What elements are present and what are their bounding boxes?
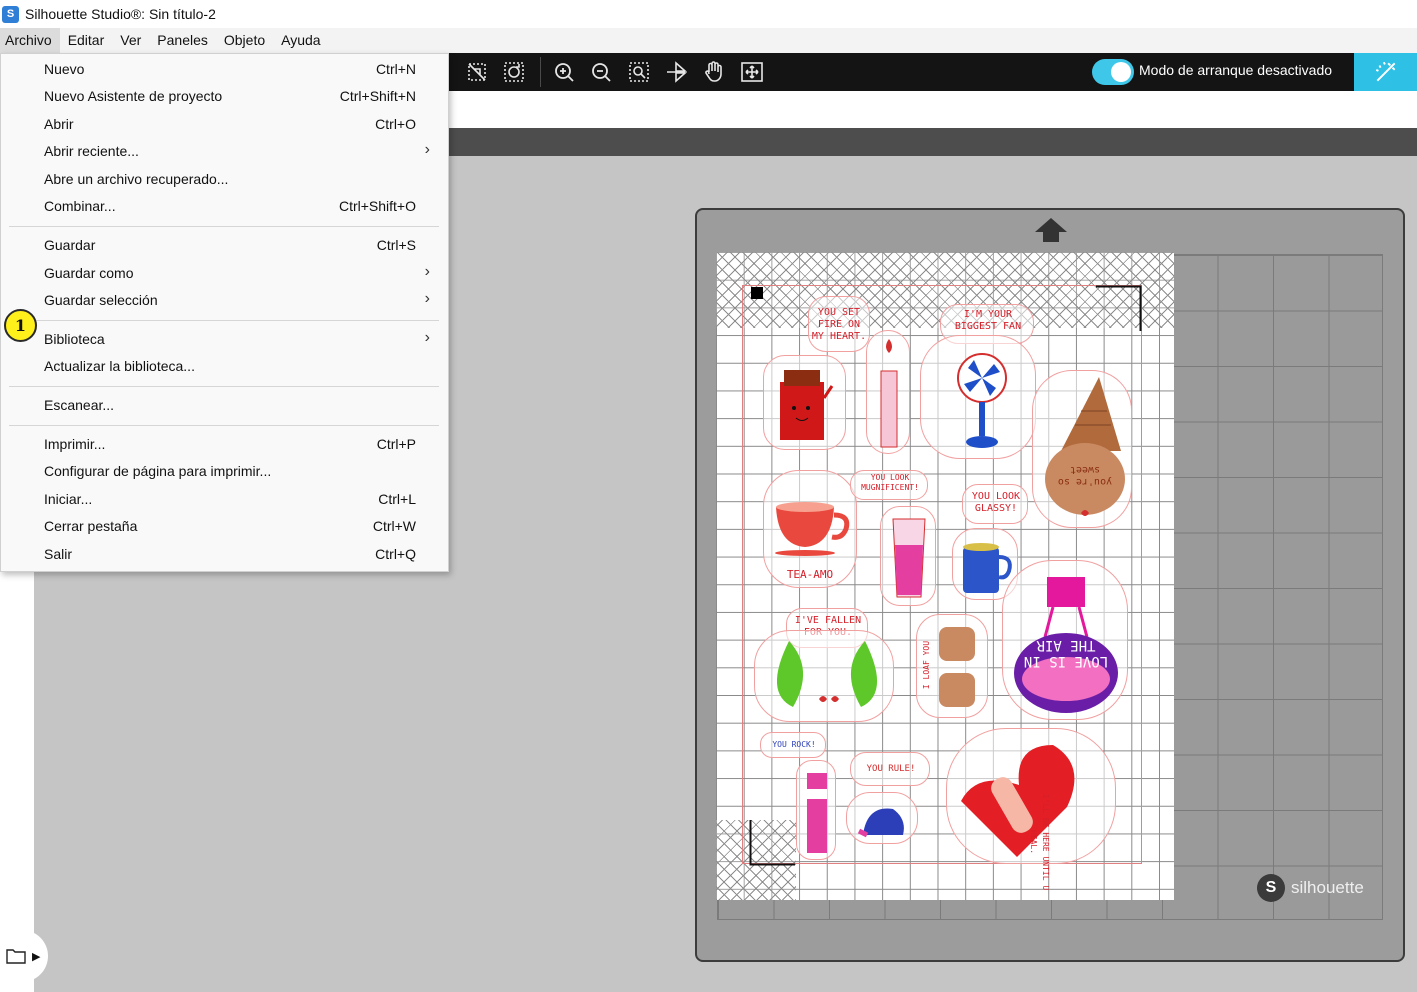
menu-item-abrir[interactable]: Abrir Ctrl+O: [1, 112, 448, 138]
teacup-icon: [775, 502, 850, 556]
lipstick-icon: [807, 773, 827, 853]
sticker-fire[interactable]: [763, 355, 846, 450]
feed-arrow-icon: [1035, 218, 1067, 242]
candle-icon: [880, 339, 898, 448]
silhouette-brand: S silhouette: [1257, 874, 1364, 902]
bubble-glassy: YOU LOOK GLASSY!: [962, 484, 1028, 524]
menu-item-nuevo-asistente[interactable]: Nuevo Asistente de proyecto Ctrl+Shift+N: [1, 84, 448, 110]
bubble-fire: YOU SET FIRE ON MY HEART.: [808, 296, 870, 352]
flip-icon[interactable]: [662, 59, 690, 85]
registration-corner-bottom-left: [749, 820, 795, 866]
registration-square: [751, 287, 763, 299]
send-panel-button[interactable]: [1354, 53, 1417, 91]
sticker-rock[interactable]: [796, 760, 836, 860]
step-callout-badge: 1: [4, 309, 37, 342]
leaves-icon: [776, 641, 878, 707]
menu-objeto[interactable]: Objeto: [216, 28, 273, 53]
sticker-fan[interactable]: [920, 335, 1036, 459]
zoom-in-icon[interactable]: [550, 59, 578, 85]
sticker-toast[interactable]: I LOAF YOU: [916, 614, 988, 718]
bubble-mugnificent: YOU LOOK MUGNIFICENT!: [850, 470, 928, 500]
menu-item-combinar[interactable]: Combinar... Ctrl+Shift+O: [1, 194, 448, 220]
sticker-glass[interactable]: [880, 506, 936, 606]
chevron-right-icon: ›: [424, 263, 430, 280]
menu-paneles[interactable]: Paneles: [149, 28, 216, 53]
fan-icon: [957, 353, 1007, 448]
eraser-icon: [857, 808, 904, 838]
registration-corner-top-right: [1096, 285, 1142, 331]
sticker-candle[interactable]: [866, 330, 910, 454]
icecream-cone-icon: [1045, 377, 1125, 516]
matchbox-icon: [780, 370, 834, 440]
menu-item-cerrar-pestana[interactable]: Cerrar pestaña Ctrl+W: [1, 514, 448, 540]
menu-item-actualizar-biblioteca[interactable]: Actualizar la biblioteca...: [1, 354, 448, 380]
menu-ayuda[interactable]: Ayuda: [273, 28, 328, 53]
silhouette-s-icon: S: [1257, 874, 1285, 902]
menu-bar: Archivo Editar Ver Paneles Objeto Ayuda: [0, 28, 1417, 53]
sticker-heart[interactable]: I'LL BE HERE UNTIL U HEAL.: [946, 728, 1116, 890]
bubble-rule: YOU RULE!: [850, 752, 930, 786]
zoom-out-icon[interactable]: [587, 59, 615, 85]
title-bar: S Silhouette Studio®: Sin título-2: [0, 0, 1417, 28]
menu-item-nuevo[interactable]: Nuevo Ctrl+N: [1, 57, 448, 83]
chevron-right-icon: ›: [424, 329, 430, 346]
menu-item-salir[interactable]: Salir Ctrl+Q: [1, 542, 448, 568]
sticker-tea[interactable]: TEA-AMO: [763, 470, 857, 588]
menu-editar[interactable]: Editar: [60, 28, 113, 53]
chevron-right-icon: ▶: [32, 950, 41, 963]
menu-item-archivo-recuperado[interactable]: Abre un archivo recuperado...: [1, 167, 448, 193]
menu-item-biblioteca[interactable]: Biblioteca ›: [1, 327, 448, 353]
menu-archivo[interactable]: Archivo: [0, 28, 60, 53]
archivo-menu: Nuevo Ctrl+N Nuevo Asistente de proyecto…: [0, 53, 449, 572]
sticker-icecream[interactable]: you're so sweet: [1032, 370, 1132, 528]
sticker-leaves[interactable]: [754, 630, 894, 722]
menu-separator: [9, 425, 439, 426]
menu-separator: [9, 386, 439, 387]
fit-to-page-icon[interactable]: [738, 59, 766, 85]
zoom-fit-icon[interactable]: [625, 59, 653, 85]
bandage-heart-icon: [961, 745, 1075, 857]
toast-icon: [939, 627, 975, 707]
menu-item-guardar[interactable]: Guardar Ctrl+S: [1, 233, 448, 259]
window-title: Silhouette Studio®: Sin título-2: [25, 6, 216, 22]
glass-icon: [892, 518, 926, 598]
magic-wand-icon: [1375, 61, 1395, 82]
menu-item-escanear[interactable]: Escanear...: [1, 393, 448, 419]
menu-separator: [9, 320, 439, 321]
menu-separator: [9, 226, 439, 227]
menu-item-imprimir[interactable]: Imprimir... Ctrl+P: [1, 432, 448, 458]
brand-text: silhouette: [1291, 878, 1364, 897]
bubble-rock: YOU ROCK!: [760, 732, 826, 758]
menu-item-configurar-pagina[interactable]: Configurar de página para imprimir...: [1, 459, 448, 485]
sticker-love[interactable]: LOVE IS IN THE AIR: [1002, 560, 1128, 720]
chevron-right-icon: ›: [424, 290, 430, 307]
launch-mode-toggle[interactable]: [1092, 59, 1134, 85]
menu-item-iniciar[interactable]: Iniciar... Ctrl+L: [1, 487, 448, 513]
chevron-right-icon: ›: [424, 141, 430, 158]
library-toggle-button[interactable]: ▶: [0, 930, 48, 982]
silhouette-logo-icon: S: [2, 5, 19, 23]
sticker-rule[interactable]: [846, 792, 918, 844]
launch-mode-label: Modo de arranque desactivado: [1139, 62, 1333, 78]
pan-hand-icon[interactable]: [700, 59, 728, 85]
menu-item-guardar-seleccion[interactable]: Guardar selección ›: [1, 288, 448, 314]
rotate-icon[interactable]: [500, 59, 528, 85]
menu-item-abrir-reciente[interactable]: Abrir reciente... ›: [1, 139, 448, 165]
release-compound-icon[interactable]: [463, 59, 491, 85]
folder-icon: [6, 949, 26, 964]
menu-ver[interactable]: Ver: [112, 28, 149, 53]
menu-item-guardar-como[interactable]: Guardar como ›: [1, 261, 448, 287]
